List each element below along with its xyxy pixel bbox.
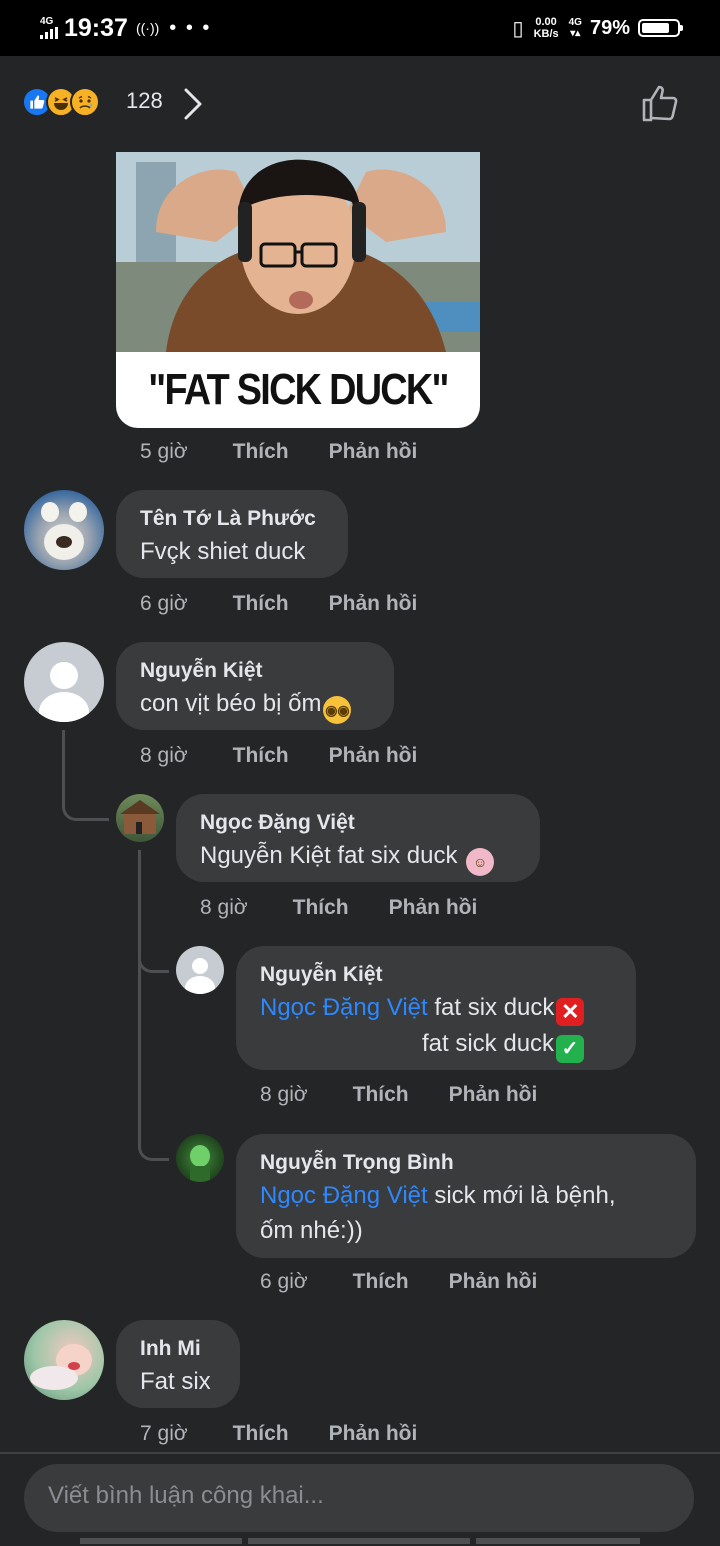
keyboard-suggestion-bar bbox=[248, 1538, 470, 1544]
network-indicator-right: 4G ▾▴ bbox=[569, 17, 582, 39]
network-type-label: 4G bbox=[40, 16, 54, 27]
speed-unit: KB/s bbox=[533, 28, 559, 40]
thread-connector bbox=[138, 938, 169, 973]
battery-percent: 79% bbox=[589, 16, 630, 39]
comment-meta-c1: 6 giờ Thích Phản hồi bbox=[140, 592, 457, 616]
comment-meta-r3: 6 giờ Thích Phản hồi bbox=[260, 1270, 577, 1294]
comment-author[interactable]: Nguyễn Trọng Bình bbox=[260, 1148, 672, 1178]
meme-image[interactable]: "FAT SICK DUCK" bbox=[116, 152, 480, 428]
speed-value: 0.00 bbox=[535, 16, 557, 28]
like-link[interactable]: Thích bbox=[353, 1083, 409, 1107]
meme-photo bbox=[116, 152, 480, 352]
keyboard-suggestion-bar bbox=[80, 1538, 242, 1544]
comment-text: fat sick duck bbox=[422, 1030, 555, 1057]
comment-text-row: fat sick duck ✓ bbox=[260, 1026, 612, 1063]
avatar[interactable] bbox=[24, 642, 104, 722]
reaction-count[interactable]: 128 bbox=[126, 88, 163, 114]
meme-caption: "FAT SICK DUCK" bbox=[141, 352, 455, 428]
comment-text: Fvçk shiet duck bbox=[140, 538, 306, 565]
comment-text-row: Nguyễn Kiệt fat six duck ☺ bbox=[200, 838, 516, 876]
comment-author[interactable]: Nguyễn Kiệt bbox=[140, 656, 370, 686]
avatar[interactable] bbox=[24, 1320, 104, 1400]
network-speed: 0.00 KB/s bbox=[534, 16, 559, 40]
comment-bubble[interactable]: Tên Tớ Là Phước Fvçk shiet duck bbox=[116, 490, 348, 578]
comment-meta-r2: 8 giờ Thích Phản hồi bbox=[260, 1083, 577, 1107]
like-link[interactable]: Thích bbox=[293, 896, 349, 920]
like-link[interactable]: Thích bbox=[233, 744, 289, 768]
check-mark-emoji-icon: ✓ bbox=[556, 1035, 585, 1063]
battery-level bbox=[642, 23, 669, 33]
comment-text-row: Ngọc Đặng Việt fat six duck ✕ bbox=[260, 990, 612, 1026]
reaction-summary[interactable] bbox=[22, 86, 100, 118]
reply-link[interactable]: Phản hồi bbox=[449, 1083, 538, 1107]
comment-time: 6 giờ bbox=[140, 592, 188, 615]
comment-text: con vịt béo bị ốm bbox=[140, 690, 322, 717]
thread-connector bbox=[62, 730, 109, 821]
comment-time: 8 giờ bbox=[200, 896, 248, 919]
comment-author[interactable]: Inh Mi bbox=[140, 1334, 216, 1364]
more-notifications-icon: • • • bbox=[169, 16, 212, 39]
reply-bubble[interactable]: Nguyễn Kiệt Ngọc Đặng Việt fat six duck ✕… bbox=[236, 946, 636, 1070]
comment-meta-c0: 5 giờ Thích Phản hồi bbox=[140, 440, 457, 464]
comment-text: Nguyễn Kiệt fat six duck bbox=[200, 842, 458, 869]
comment-time: 8 giờ bbox=[260, 1083, 308, 1106]
thread-connector bbox=[138, 1124, 169, 1161]
chevron-right-icon[interactable] bbox=[178, 86, 208, 122]
comment-time: 5 giờ bbox=[140, 440, 188, 463]
comment-text: ốm nhé:)) bbox=[260, 1217, 363, 1244]
vibrate-icon: ▯ bbox=[512, 17, 524, 40]
avatar[interactable] bbox=[176, 1134, 224, 1182]
flushed-face-emoji-icon: ◉◉ bbox=[323, 696, 352, 724]
like-icon[interactable] bbox=[638, 82, 682, 126]
data-arrows-icon: ▾▴ bbox=[570, 28, 581, 39]
comment-time: 7 giờ bbox=[140, 1422, 188, 1445]
comment-text: Fat six bbox=[140, 1368, 211, 1395]
reply-link[interactable]: Phản hồi bbox=[329, 1422, 418, 1446]
comment-meta-c3: 7 giờ Thích Phản hồi bbox=[140, 1422, 457, 1446]
avatar[interactable] bbox=[116, 794, 164, 842]
comment-meta-c2: 8 giờ Thích Phản hồi bbox=[140, 744, 457, 768]
like-link[interactable]: Thích bbox=[233, 1422, 289, 1446]
reply-link[interactable]: Phản hồi bbox=[389, 896, 478, 920]
mention-link[interactable]: Ngọc Đặng Việt bbox=[260, 994, 428, 1021]
comment-time: 8 giờ bbox=[140, 744, 188, 767]
cross-mark-emoji-icon: ✕ bbox=[556, 998, 585, 1026]
avatar[interactable] bbox=[176, 946, 224, 994]
avatar[interactable] bbox=[24, 490, 104, 570]
reply-bubble[interactable]: Ngọc Đặng Việt Nguyễn Kiệt fat six duck … bbox=[176, 794, 540, 882]
comment-time: 6 giờ bbox=[260, 1270, 308, 1293]
comment-bubble[interactable]: Nguyễn Kiệt con vịt béo bị ốm ◉◉ bbox=[116, 642, 394, 730]
comment-bubble[interactable]: Inh Mi Fat six bbox=[116, 1320, 240, 1408]
like-link[interactable]: Thích bbox=[353, 1270, 409, 1294]
keyboard-suggestion-bar bbox=[476, 1538, 640, 1544]
comment-text-row: con vịt béo bị ốm ◉◉ bbox=[140, 686, 370, 724]
comment-text: fat six duck bbox=[434, 994, 555, 1021]
status-bar: 4G 19:37 ((·)) • • • ▯ 0.00 KB/s 4G ▾▴ 7… bbox=[0, 0, 720, 56]
signal-icon bbox=[40, 27, 58, 39]
clock: 19:37 bbox=[64, 13, 128, 42]
reply-bubble[interactable]: Nguyễn Trọng Bình Ngọc Đặng Việt sick mớ… bbox=[236, 1134, 696, 1258]
hotspot-icon: ((·)) bbox=[135, 20, 160, 36]
comment-author[interactable]: Ngọc Đặng Việt bbox=[200, 808, 516, 838]
comment-input-placeholder: Viết bình luận công khai... bbox=[48, 1482, 324, 1509]
battery-icon bbox=[638, 19, 683, 37]
comment-meta-r1: 8 giờ Thích Phản hồi bbox=[200, 896, 517, 920]
reaction-bar bbox=[0, 56, 720, 152]
comment-text: sick mới là bệnh, bbox=[434, 1182, 616, 1209]
like-link[interactable]: Thích bbox=[233, 440, 289, 464]
comment-author[interactable]: Tên Tớ Là Phước bbox=[140, 504, 324, 534]
reply-link[interactable]: Phản hồi bbox=[329, 440, 418, 464]
clown-face-emoji-icon: ☺ bbox=[466, 848, 495, 876]
network-type-label-right: 4G bbox=[568, 17, 582, 28]
network-indicator: 4G bbox=[40, 17, 58, 39]
comment-text-row: Ngọc Đặng Việt sick mới là bệnh, bbox=[260, 1178, 672, 1213]
reply-link[interactable]: Phản hồi bbox=[329, 744, 418, 768]
like-link[interactable]: Thích bbox=[233, 592, 289, 616]
reply-link[interactable]: Phản hồi bbox=[449, 1270, 538, 1294]
sad-reaction-icon bbox=[70, 87, 100, 117]
thread-connector bbox=[138, 850, 141, 1140]
mention-link[interactable]: Ngọc Đặng Việt bbox=[260, 1182, 428, 1209]
comment-author[interactable]: Nguyễn Kiệt bbox=[260, 960, 612, 990]
reply-link[interactable]: Phản hồi bbox=[329, 592, 418, 616]
